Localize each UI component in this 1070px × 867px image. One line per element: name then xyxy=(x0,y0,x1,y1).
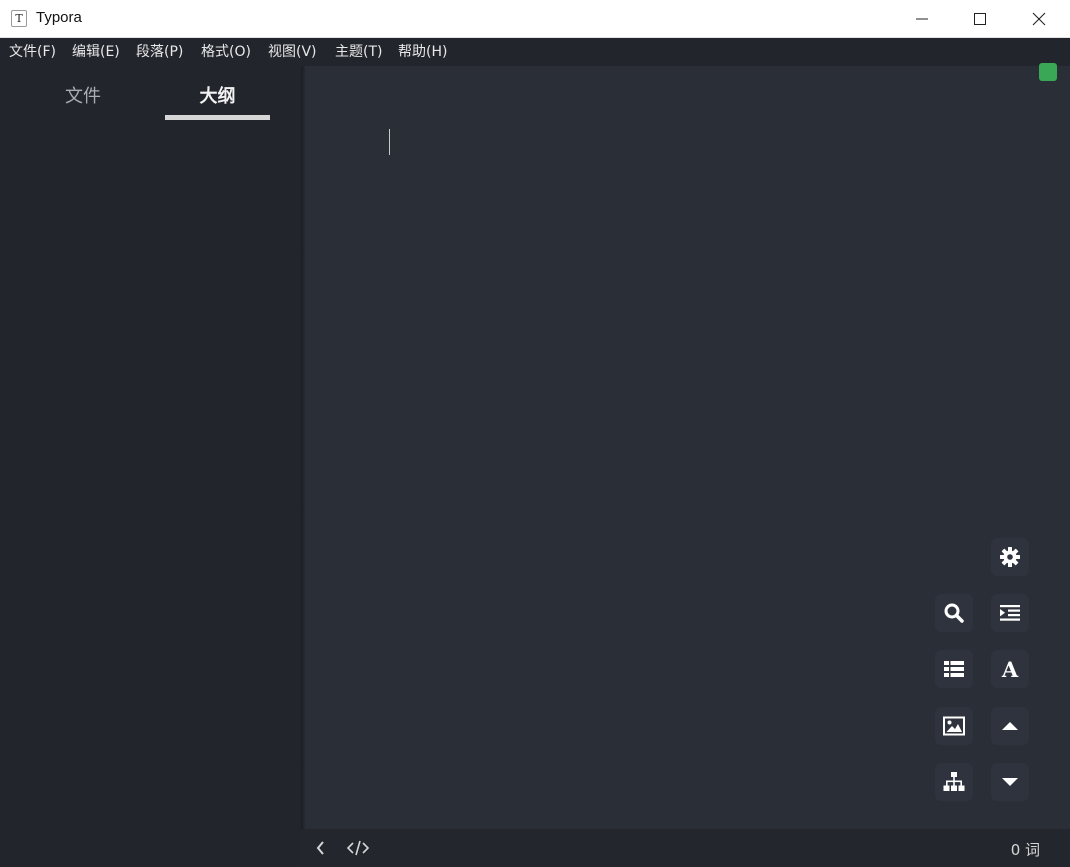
maximize-icon xyxy=(974,13,986,25)
gear-icon xyxy=(1000,547,1020,567)
menu-file[interactable]: 文件(F) xyxy=(9,42,56,62)
caret-up-icon xyxy=(1002,722,1018,730)
typora-app-icon: T xyxy=(11,10,27,27)
indent-icon xyxy=(1000,605,1020,621)
indent-button[interactable] xyxy=(991,594,1029,632)
menu-view[interactable]: 视图(V) xyxy=(268,42,317,62)
status-indicator xyxy=(1039,63,1057,81)
title-bar: T Typora xyxy=(0,0,1070,38)
image-icon xyxy=(943,716,965,736)
font-icon: A xyxy=(1001,658,1019,680)
table-button[interactable] xyxy=(935,650,973,688)
menu-help[interactable]: 帮助(H) xyxy=(398,42,447,62)
word-count[interactable]: 0 词 xyxy=(1011,839,1040,860)
scroll-up-button[interactable] xyxy=(991,707,1029,745)
code-icon xyxy=(346,840,370,856)
maximize-button[interactable] xyxy=(951,0,1009,37)
close-button[interactable] xyxy=(1010,0,1068,37)
tab-files[interactable]: 文件 xyxy=(26,82,140,112)
svg-text:A: A xyxy=(1001,658,1019,680)
active-tab-indicator xyxy=(165,115,270,120)
status-bar: 0 词 xyxy=(301,829,1070,867)
search-icon xyxy=(944,603,964,623)
close-icon xyxy=(1032,12,1046,26)
toggle-sidebar-button[interactable] xyxy=(311,838,333,858)
tab-outline[interactable]: 大纲 xyxy=(165,82,270,112)
source-code-mode-button[interactable] xyxy=(346,838,370,858)
minimize-button[interactable] xyxy=(893,0,951,37)
window-title: Typora xyxy=(36,9,82,26)
chevron-left-icon xyxy=(316,841,324,855)
sidebar: 文件 大纲 xyxy=(0,66,301,867)
menu-theme[interactable]: 主题(T) xyxy=(335,42,382,62)
minimize-icon xyxy=(916,18,928,20)
image-button[interactable] xyxy=(935,707,973,745)
settings-button[interactable] xyxy=(991,538,1029,576)
menu-bar: 文件(F) 编辑(E) 段落(P) 格式(O) 视图(V) 主题(T) 帮助(H… xyxy=(0,38,1070,66)
sitemap-icon xyxy=(943,772,965,791)
table-icon xyxy=(944,661,964,677)
scroll-down-button[interactable] xyxy=(991,763,1029,801)
menu-edit[interactable]: 编辑(E) xyxy=(72,42,120,62)
menu-paragraph[interactable]: 段落(P) xyxy=(136,42,183,62)
diagram-button[interactable] xyxy=(935,763,973,801)
menu-format[interactable]: 格式(O) xyxy=(201,42,251,62)
search-button[interactable] xyxy=(935,594,973,632)
text-caret xyxy=(389,129,390,155)
font-button[interactable]: A xyxy=(991,650,1029,688)
caret-down-icon xyxy=(1002,778,1018,786)
